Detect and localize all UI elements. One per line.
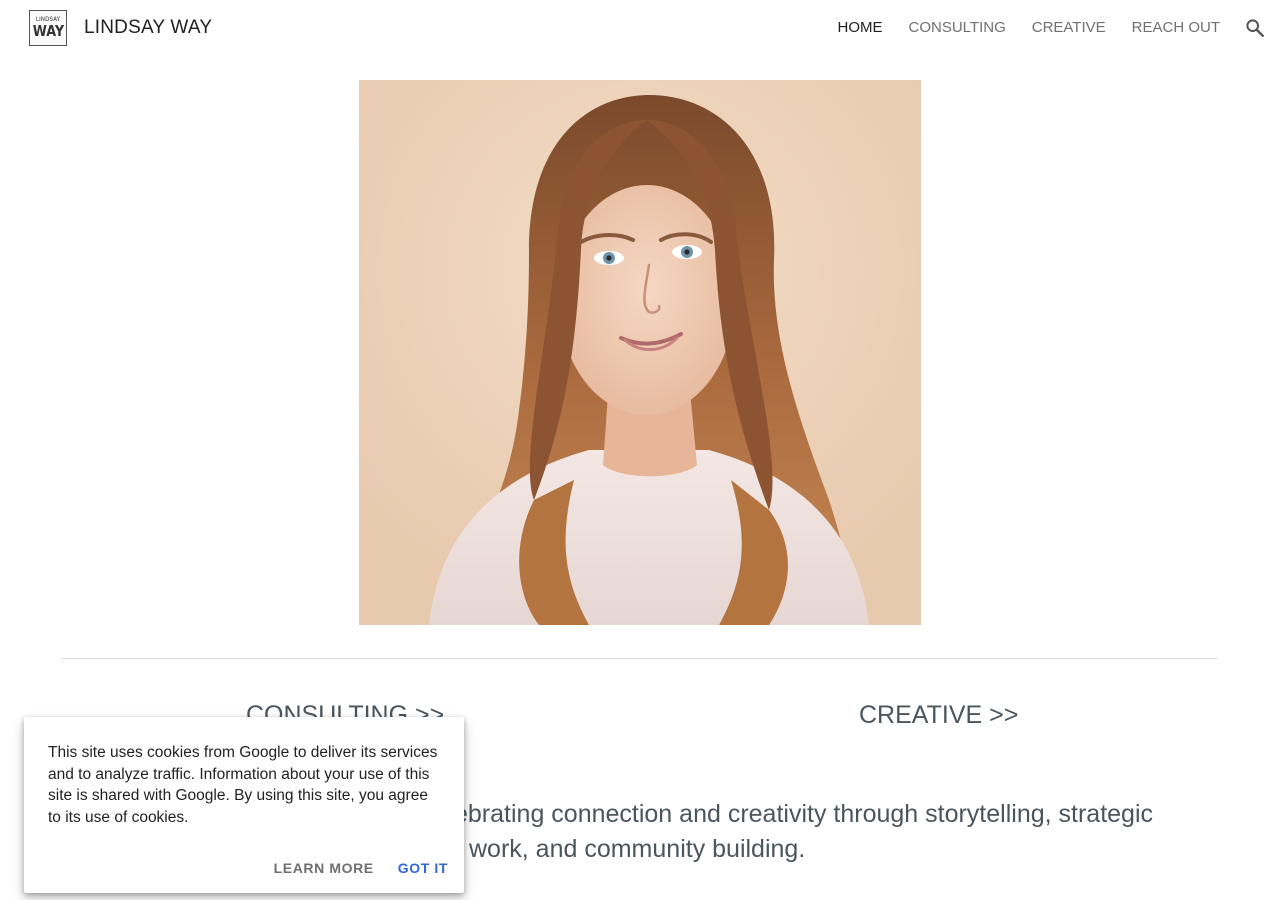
- intro-line-2: work, and community building.: [469, 835, 806, 863]
- section-divider: [62, 658, 1217, 659]
- intro-line-1: ebrating connection and creativity throu…: [454, 800, 1153, 828]
- cookie-message: This site uses cookies from Google to de…: [48, 744, 438, 826]
- nav-item-home[interactable]: HOME: [838, 19, 883, 36]
- nav-item-creative[interactable]: CREATIVE: [1032, 19, 1106, 36]
- site-header: LINDSAY WAY LINDSAY WAY HOME CONSULTING …: [0, 0, 1280, 56]
- logo-text-bottom: WAY: [32, 22, 64, 40]
- cookie-actions: LEARN MORE GOT IT: [274, 860, 448, 876]
- cookie-banner: This site uses cookies from Google to de…: [24, 717, 464, 893]
- page: LINDSAY WAY LINDSAY WAY HOME CONSULTING …: [0, 0, 1280, 900]
- search-icon: [1246, 19, 1264, 37]
- main-nav: HOME CONSULTING CREATIVE REACH OUT: [838, 19, 1220, 36]
- search-button[interactable]: [1244, 17, 1266, 39]
- creative-link[interactable]: CREATIVE >>: [859, 701, 1018, 730]
- nav-item-consulting[interactable]: CONSULTING: [909, 19, 1006, 36]
- learn-more-button[interactable]: LEARN MORE: [274, 860, 374, 876]
- site-title[interactable]: LINDSAY WAY: [84, 17, 212, 39]
- site-logo[interactable]: LINDSAY WAY: [29, 10, 67, 46]
- got-it-button[interactable]: GOT IT: [398, 860, 448, 876]
- nav-item-reach-out[interactable]: REACH OUT: [1132, 19, 1220, 36]
- portrait-illustration: [359, 80, 921, 625]
- portrait-photo: [359, 80, 921, 625]
